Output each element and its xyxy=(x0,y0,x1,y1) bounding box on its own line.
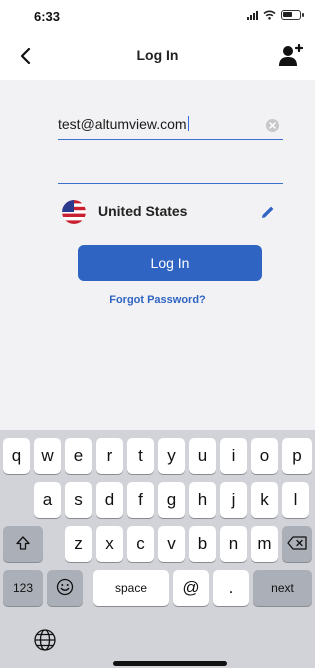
person-plus-icon[interactable] xyxy=(277,43,303,69)
key-b[interactable]: b xyxy=(189,526,216,562)
key-v[interactable]: v xyxy=(158,526,185,562)
key-c[interactable]: c xyxy=(127,526,154,562)
shift-icon xyxy=(16,536,30,550)
key-e[interactable]: e xyxy=(65,438,92,474)
key-q[interactable]: q xyxy=(3,438,30,474)
battery-icon xyxy=(281,10,304,20)
key-f[interactable]: f xyxy=(127,482,154,518)
status-time: 6:33 xyxy=(34,9,61,24)
key-j[interactable]: j xyxy=(220,482,247,518)
email-field[interactable]: test@altumview.com xyxy=(58,112,283,140)
space-key[interactable]: space xyxy=(93,570,169,606)
key-s[interactable]: s xyxy=(65,482,92,518)
delete-key[interactable] xyxy=(282,526,312,562)
password-field[interactable] xyxy=(58,156,283,184)
key-o[interactable]: o xyxy=(251,438,278,474)
next-key[interactable]: next xyxy=(253,570,312,606)
key-i[interactable]: i xyxy=(220,438,247,474)
globe-icon[interactable] xyxy=(33,628,57,652)
home-indicator xyxy=(113,661,227,666)
key-x[interactable]: x xyxy=(96,526,123,562)
key-z[interactable]: z xyxy=(65,526,92,562)
status-bar: 6:33 xyxy=(0,0,315,34)
country-selector[interactable]: United States xyxy=(62,198,282,226)
key-w[interactable]: w xyxy=(34,438,61,474)
at-key[interactable]: @ xyxy=(173,570,209,606)
nav-bar: Log In xyxy=(0,34,315,80)
key-d[interactable]: d xyxy=(96,482,123,518)
key-y[interactable]: y xyxy=(158,438,185,474)
shift-key[interactable] xyxy=(3,526,43,562)
signal-icon xyxy=(247,10,258,20)
emoji-icon xyxy=(56,578,74,596)
battery-level xyxy=(283,12,292,17)
clear-icon[interactable] xyxy=(266,119,279,132)
text-cursor xyxy=(187,116,189,131)
dot-key[interactable]: . xyxy=(213,570,249,606)
key-g[interactable]: g xyxy=(158,482,185,518)
key-r[interactable]: r xyxy=(96,438,123,474)
key-t[interactable]: t xyxy=(127,438,154,474)
key-a[interactable]: a xyxy=(34,482,61,518)
page-title: Log In xyxy=(136,47,179,63)
email-input[interactable]: test@altumview.com xyxy=(58,116,263,132)
emoji-key[interactable] xyxy=(47,570,83,606)
key-h[interactable]: h xyxy=(189,482,216,518)
key-k[interactable]: k xyxy=(251,482,278,518)
numbers-key[interactable]: 123 xyxy=(3,570,43,606)
us-flag-icon xyxy=(62,200,86,224)
edit-icon[interactable] xyxy=(260,204,276,220)
key-m[interactable]: m xyxy=(251,526,278,562)
key-u[interactable]: u xyxy=(189,438,216,474)
login-button[interactable]: Log In xyxy=(78,245,262,281)
country-name: United States xyxy=(98,203,188,219)
delete-icon xyxy=(287,536,307,550)
key-n[interactable]: n xyxy=(220,526,247,562)
wifi-icon xyxy=(263,10,276,20)
key-p[interactable]: p xyxy=(282,438,312,474)
key-l[interactable]: l xyxy=(282,482,309,518)
forgot-password-link[interactable]: Forgot Password? xyxy=(0,294,315,306)
status-icons xyxy=(247,10,304,20)
